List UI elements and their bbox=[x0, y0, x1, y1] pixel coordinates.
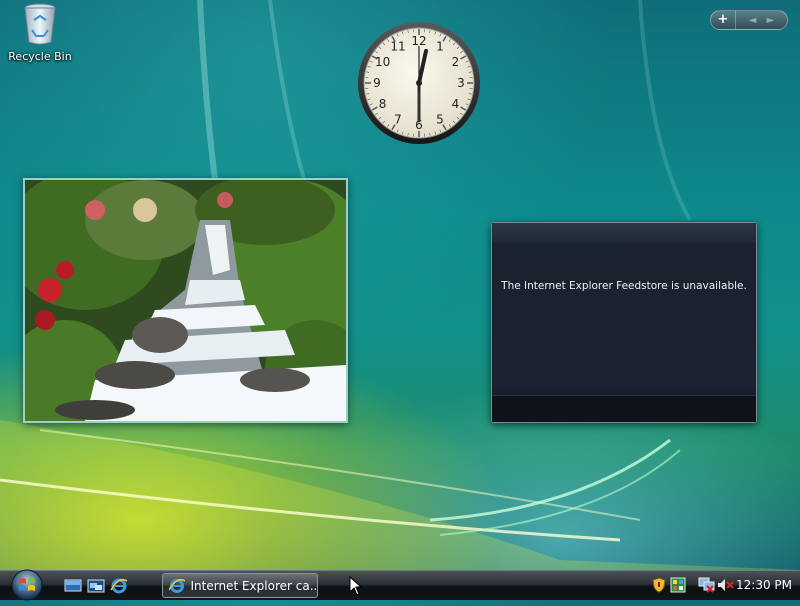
windows-orb-icon bbox=[6, 568, 48, 602]
clock-face: 121234567891011 bbox=[356, 20, 482, 146]
desktop-icon-recycle-bin[interactable]: Recycle Bin bbox=[6, 2, 74, 63]
security-shield-icon[interactable] bbox=[652, 577, 666, 593]
clock-numeral: 9 bbox=[373, 76, 381, 90]
internet-explorer-icon bbox=[169, 578, 185, 594]
quick-launch-internet-explorer[interactable] bbox=[110, 578, 128, 594]
clock-numeral: 11 bbox=[390, 40, 405, 54]
recycle-bin-icon bbox=[22, 2, 58, 46]
switch-windows-icon bbox=[87, 578, 105, 594]
sidebar-controls: + ◄ ► bbox=[710, 10, 788, 30]
network-icon[interactable] bbox=[698, 577, 716, 593]
show-desktop-icon bbox=[64, 578, 82, 594]
switch-windows-button[interactable] bbox=[87, 578, 105, 594]
sidebar-icon[interactable] bbox=[670, 577, 686, 593]
internet-explorer-icon bbox=[110, 578, 128, 594]
mouse-cursor-icon bbox=[349, 576, 363, 596]
clock-numeral: 10 bbox=[375, 55, 390, 69]
slideshow-gadget[interactable] bbox=[23, 178, 348, 423]
clock-numeral: 5 bbox=[436, 112, 444, 126]
taskbar-button-label: Internet Explorer ca... bbox=[191, 579, 318, 593]
clock-numeral: 8 bbox=[379, 97, 387, 111]
show-desktop-button[interactable] bbox=[64, 578, 82, 594]
volume-muted-icon[interactable] bbox=[716, 577, 734, 593]
feed-status-message: The Internet Explorer Feedstore is unava… bbox=[492, 280, 756, 292]
clock-numeral: 4 bbox=[452, 97, 460, 111]
feed-footer bbox=[492, 395, 756, 422]
system-clock[interactable]: 12:30 PM bbox=[736, 578, 792, 592]
clock-gadget[interactable]: 121234567891011 bbox=[356, 20, 482, 146]
clock-numeral: 1 bbox=[436, 40, 444, 54]
add-gadget-button[interactable]: + bbox=[711, 11, 736, 29]
next-page-button[interactable]: ► bbox=[767, 15, 775, 26]
previous-page-button[interactable]: ◄ bbox=[749, 15, 757, 26]
clock-numeral: 12 bbox=[411, 34, 426, 48]
taskbar-button-internet-explorer[interactable]: Internet Explorer ca... bbox=[162, 573, 318, 598]
feed-headlines-gadget[interactable]: The Internet Explorer Feedstore is unava… bbox=[491, 222, 757, 423]
clock-numeral: 3 bbox=[457, 76, 465, 90]
feed-header bbox=[492, 223, 756, 243]
clock-numeral: 2 bbox=[452, 55, 460, 69]
clock-numeral: 7 bbox=[394, 112, 402, 126]
taskbar: Internet Explorer ca... 12:30 PM bbox=[0, 570, 800, 600]
desktop-icon-label: Recycle Bin bbox=[6, 50, 74, 63]
start-button[interactable] bbox=[6, 568, 48, 602]
notification-area: 12:30 PM bbox=[644, 571, 800, 600]
waterfall-photo bbox=[25, 180, 346, 421]
